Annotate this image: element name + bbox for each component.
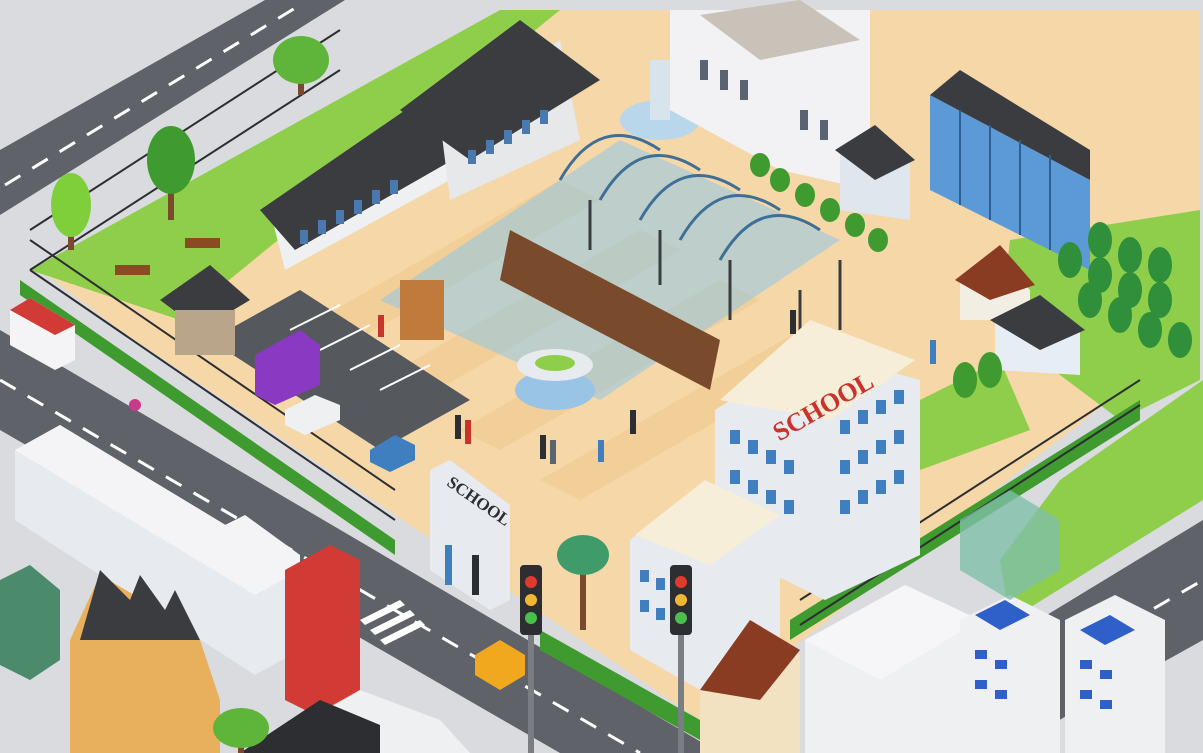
red-tower [285, 545, 360, 715]
isometric-school-campus-scene: SCHOOL SCHOOL [0, 0, 1203, 753]
cyclist [129, 399, 141, 411]
fountain-column [650, 60, 670, 120]
rotunda-garden [535, 355, 575, 371]
pavilion-body [175, 310, 235, 355]
wooden-panel [400, 280, 444, 340]
